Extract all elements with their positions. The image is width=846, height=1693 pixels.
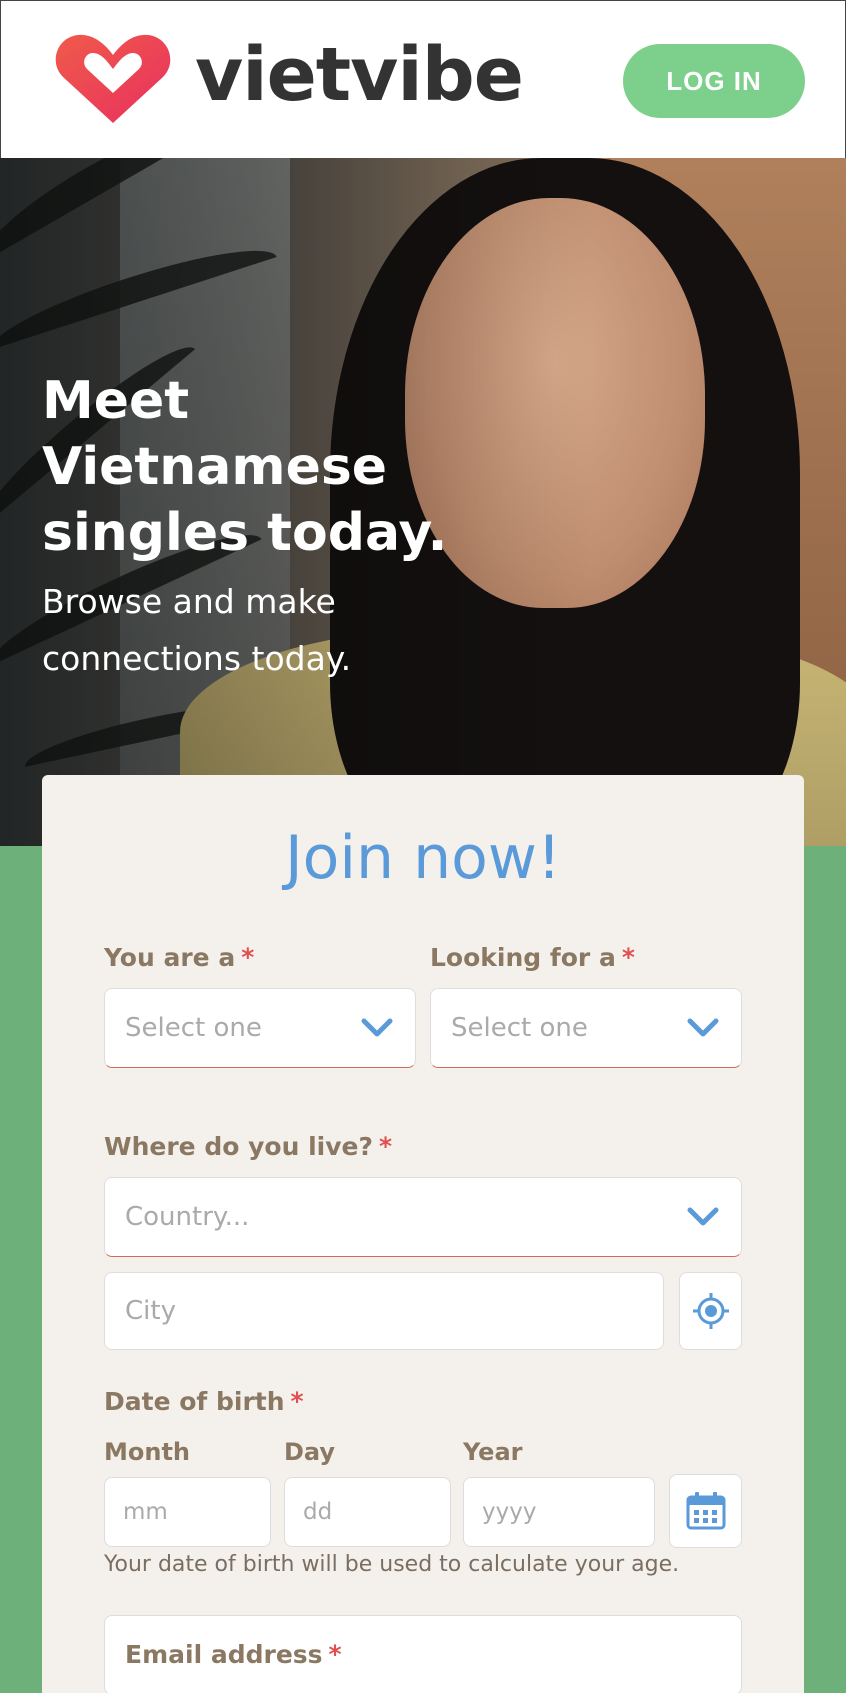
location-label: Where do you live? * — [104, 1132, 393, 1161]
chevron-down-icon — [687, 1207, 719, 1226]
required-marker: * — [378, 1132, 393, 1161]
dob-helper-text: Your date of birth will be used to calcu… — [104, 1552, 680, 1577]
day-input[interactable]: dd — [284, 1477, 451, 1547]
signup-card: Join now! You are a * Select one Looking … — [42, 775, 804, 1693]
chevron-down-icon — [687, 1018, 719, 1037]
month-input[interactable]: mm — [104, 1477, 271, 1547]
hero-subtitle: Browse and make connections today. — [42, 582, 352, 678]
required-marker: * — [290, 1387, 304, 1416]
calendar-picker-button[interactable] — [669, 1474, 742, 1548]
year-input[interactable]: yyyy — [463, 1477, 655, 1547]
brand-name: vietvibe — [195, 32, 524, 118]
email-label: Email address * — [125, 1640, 342, 1669]
chevron-down-icon — [361, 1018, 393, 1037]
looking-for-select[interactable]: Select one — [430, 988, 742, 1068]
you-are-select[interactable]: Select one — [104, 988, 416, 1068]
hero-title: Meet Vietnamese singles today. — [42, 371, 448, 563]
year-label: Year — [463, 1438, 523, 1466]
crosshair-locate-icon — [692, 1293, 729, 1329]
login-button[interactable]: LOG IN — [623, 44, 805, 118]
required-marker: * — [241, 943, 255, 972]
signup-title: Join now! — [284, 823, 562, 893]
calendar-icon — [686, 1492, 725, 1530]
heart-logo-icon — [55, 34, 171, 123]
email-field[interactable]: Email address * — [104, 1615, 742, 1693]
country-select[interactable]: Country... — [104, 1177, 742, 1257]
brand-logo[interactable]: vietvibe — [53, 31, 524, 131]
you-are-label: You are a * — [104, 943, 255, 972]
month-label: Month — [104, 1438, 191, 1466]
site-header: vietvibe LOG IN — [0, 0, 846, 158]
day-label: Day — [284, 1438, 336, 1466]
hero-banner: Meet Vietnamese singles today. Browse an… — [0, 158, 846, 846]
locate-me-button[interactable] — [679, 1272, 742, 1350]
city-input[interactable]: City — [104, 1272, 664, 1350]
required-marker: * — [621, 943, 635, 972]
dob-label: Date of birth * — [104, 1387, 304, 1416]
required-marker: * — [328, 1640, 342, 1669]
looking-for-label: Looking for a * — [430, 943, 635, 972]
